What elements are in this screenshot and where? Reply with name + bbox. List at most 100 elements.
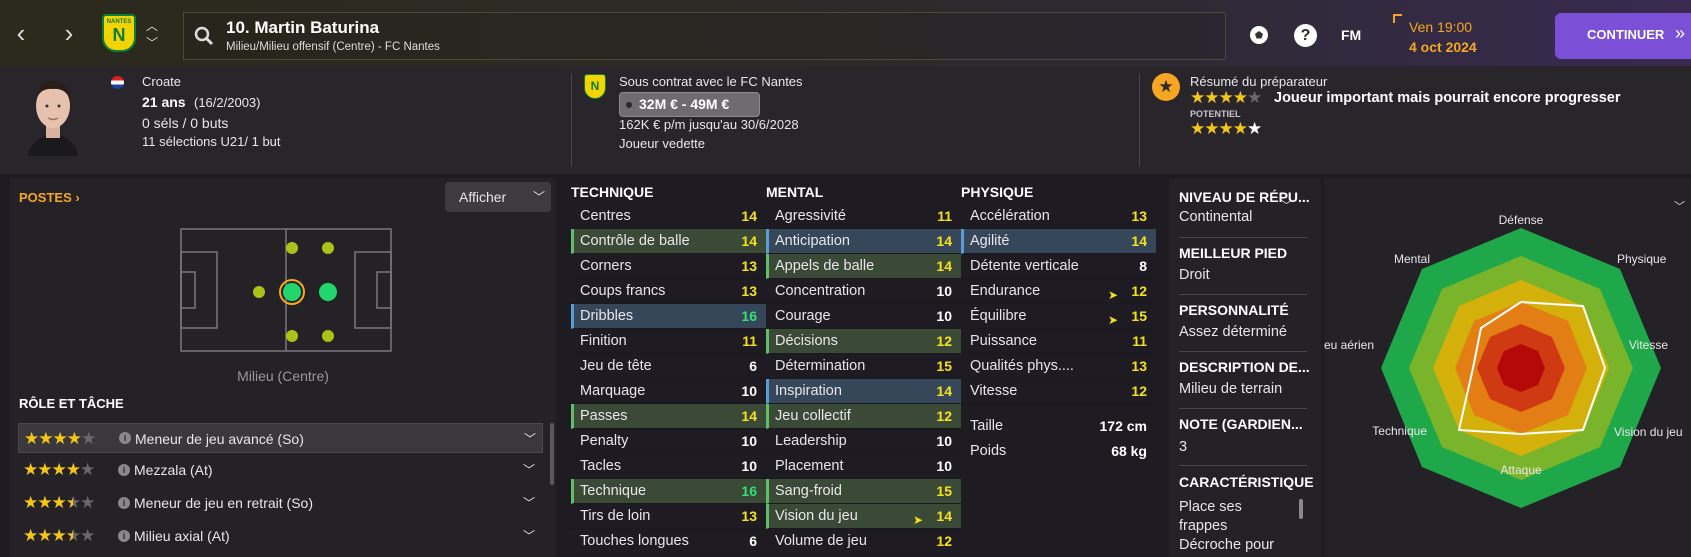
attr-row[interactable]: Agressivité 11 [766,204,961,229]
info-icon[interactable]: i [118,497,130,509]
caps: 0 séls / 0 buts [142,115,229,131]
technique-title: TECHNIQUE [571,184,654,200]
attr-row[interactable]: Détente verticale 8 [961,254,1156,279]
attr-row[interactable]: Vitesse 12 [961,379,1156,404]
role-title: RÔLE ET TÂCHE [19,396,124,411]
forward-button[interactable]: › [54,18,84,48]
role-row[interactable]: ★★★★★ i Meneur de jeu avancé (So) ﹀ [18,423,543,453]
attr-row[interactable]: Jeu de tête 6 [571,354,766,379]
attr-row[interactable]: Jeu collectif 12 [766,404,961,429]
attr-row[interactable]: Endurance ➤ 12 [961,279,1156,304]
scout-title: Résumé du préparateur [1190,74,1328,89]
attr-row[interactable]: Volume de jeu 12 [766,529,961,554]
potential-ability-stars: ★★★★★ [1190,119,1262,138]
chevron-down-icon: ﹀ [523,463,536,477]
role-stars: ★★★★★ [23,460,95,479]
search-icon[interactable] [194,26,214,46]
weight-row: Poids 68 kg [970,443,1147,459]
current-date: 4 oct 2024 [1409,39,1477,55]
technique-column: TECHNIQUE Centres 14 Contrôle de balle 14 … [571,180,766,554]
role-row[interactable]: ★★★★★ i Meneur de jeu en retrait (So) ﹀ [18,488,543,518]
attr-row[interactable]: Courage 10 [766,304,961,329]
help-icon[interactable]: ? [1294,24,1317,47]
attr-row[interactable]: Corners 13 [571,254,766,279]
traits-scrollbar[interactable] [1299,499,1303,519]
player-switch-down-icon[interactable]: ﹀ [146,34,158,51]
attr-row[interactable]: Décisions 12 [766,329,961,354]
attr-row[interactable]: Passes 14 [571,404,766,429]
attribute-radar-chart: Défense Physique Vitesse Vision du jeu A… [1324,213,1683,508]
birthdate: (16/2/2003) [194,95,261,110]
rating-heading: NOTE (GARDIEN... [1179,416,1303,432]
attr-row[interactable]: Qualités phys.... 13 [961,354,1156,379]
height-row: Taille 172 cm [970,418,1147,434]
attr-row[interactable]: Penalty 10 [571,429,766,454]
physique-title: PHYSIQUE [961,184,1034,200]
current-ability-stars: ★★★★★ [1190,88,1262,107]
positions-title[interactable]: POSTES › [19,190,80,205]
attr-row[interactable]: Sang-froid 15 [766,479,961,504]
attr-row[interactable]: Appels de balle 14 [766,254,961,279]
attr-row[interactable]: Détermination 15 [766,354,961,379]
radar-label: Défense [1499,213,1544,227]
attr-row[interactable]: Contrôle de balle 14 [571,229,766,254]
position-label: Milieu (Centre) [237,368,329,384]
player-search-box[interactable]: 10. Martin Baturina Milieu/Milieu offens… [183,12,1226,60]
attr-row[interactable]: Touches longues 6 [571,529,766,554]
attr-row[interactable]: Anticipation 14 [766,229,961,254]
description-value: Milieu de terrain [1179,381,1283,397]
club-badge-icon[interactable]: NANTES N [102,14,136,52]
info-icon[interactable]: i [118,530,130,542]
description-heading: DESCRIPTION DE... [1179,359,1310,375]
trait-line: Place ses [1179,499,1242,515]
role-stars: ★★★★★ [23,526,95,545]
foot-value: Droit [1179,267,1210,283]
chevron-down-icon[interactable]: ﹀ [1281,197,1292,213]
football-icon[interactable] [1248,24,1270,46]
trait-line: Décroche pour [1179,537,1275,553]
player-switch-up-icon[interactable]: ︿ [146,17,158,34]
attr-row[interactable]: Dribbles 16 [571,304,766,329]
player-avatar[interactable] [22,72,84,156]
radar-label: Technique [1372,424,1427,438]
radar-label: Mental [1394,252,1430,266]
attr-row[interactable]: Agilité 14 [961,229,1156,254]
attr-row[interactable]: Équilibre ➤ 15 [961,304,1156,329]
transfer-value-badge[interactable]: 32M € - 49M € [619,92,760,117]
attr-row[interactable]: Concentration 10 [766,279,961,304]
attr-row[interactable]: Puissance 11 [961,329,1156,354]
back-button[interactable]: ‹ [6,18,36,48]
attr-row[interactable]: Coups francs 13 [571,279,766,304]
roles-scrollbar[interactable] [550,423,554,485]
pitch-diagram [180,228,392,352]
attr-row[interactable]: Finition 11 [571,329,766,354]
role-stars: ★★★★★ [24,429,96,448]
radar-label: Vitesse [1629,338,1668,352]
player-title: 10. Martin Baturina [226,18,380,37]
show-dropdown-button[interactable]: Afficher ﹀ [445,182,551,212]
attr-row[interactable]: Tacles 10 [571,454,766,479]
attr-row[interactable]: Placement 10 [766,454,961,479]
attr-row[interactable]: Vision du jeu ➤ 14 [766,504,961,529]
nationality: Croate [142,74,182,89]
attr-row[interactable]: Centres 14 [571,204,766,229]
role-row[interactable]: ★★★★★ i Mezzala (At) ﹀ [18,455,543,485]
attr-row[interactable]: Inspiration 14 [766,379,961,404]
role-row[interactable]: ★★★★★ i Milieu axial (At) ﹀ [18,521,543,551]
attr-row[interactable]: Marquage 10 [571,379,766,404]
attr-row[interactable]: Accélération 13 [961,204,1156,229]
attr-row[interactable]: Tirs de loin 13 [571,504,766,529]
trait-heading: CARACTÉRISTIQUE [1179,474,1314,490]
attr-row[interactable]: Technique 16 [571,479,766,504]
continue-button[interactable]: CONTINUER » [1555,13,1691,59]
info-icon[interactable]: i [119,432,131,444]
physique-column: PHYSIQUE Accélération 13 Agilité 14 Détent… [961,180,1156,464]
info-icon[interactable]: i [118,464,130,476]
youth-caps: 11 sélections U21/ 1 but [142,134,281,149]
mental-title: MENTAL [766,184,824,200]
continue-arrows-icon: » [1675,23,1686,43]
trait-line: frappes [1179,518,1228,534]
attr-row[interactable]: Leadership 10 [766,429,961,454]
fm-menu-button[interactable]: FM [1341,27,1361,43]
player-info-bar: Croate 21 ans (16/2/2003) 0 séls / 0 but… [0,66,1691,174]
